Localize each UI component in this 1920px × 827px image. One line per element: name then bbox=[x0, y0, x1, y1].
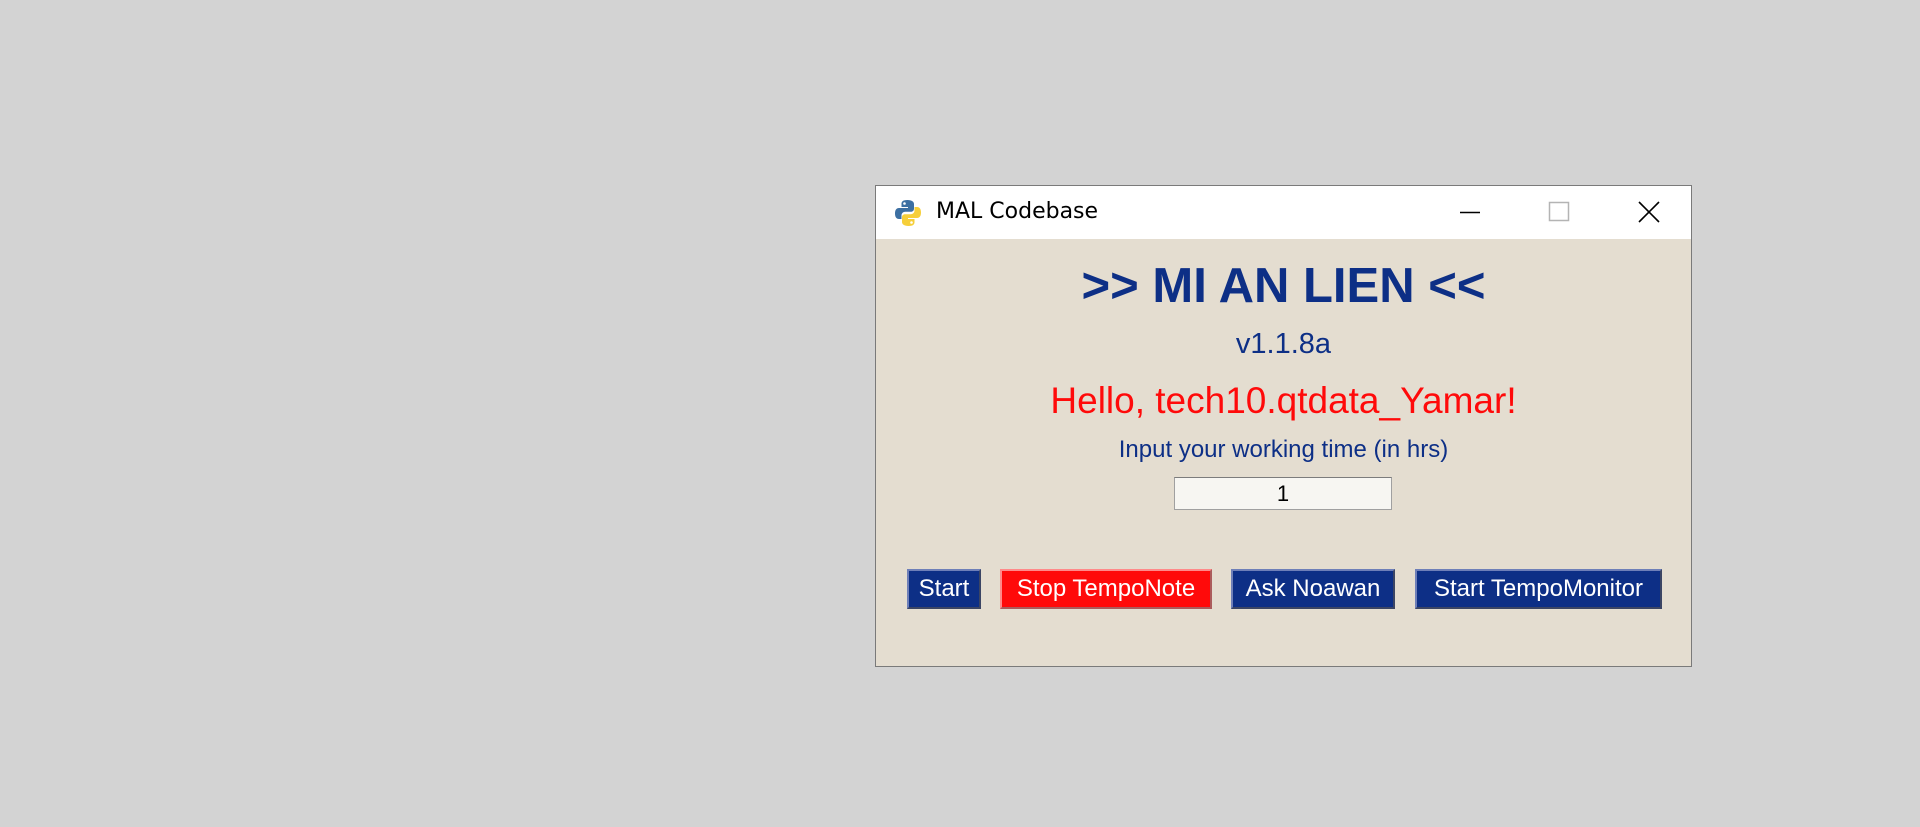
close-icon bbox=[1638, 201, 1660, 223]
window-content: >> MI AN LIEN << v1.1.8a Hello, tech10.q… bbox=[876, 239, 1691, 666]
start-button[interactable]: Start bbox=[907, 569, 981, 609]
window-title: MAL Codebase bbox=[936, 199, 1099, 224]
maximize-icon bbox=[1548, 201, 1570, 222]
maximize-button[interactable] bbox=[1512, 186, 1602, 239]
greeting-label: Hello, tech10.qtdata_Yamar! bbox=[1050, 380, 1517, 421]
title-bar[interactable]: MAL Codebase bbox=[876, 186, 1691, 239]
minimize-icon bbox=[1460, 211, 1480, 214]
app-window: MAL Codebase >> MI AN LIEN << v1.1.8a He… bbox=[875, 185, 1692, 667]
python-icon bbox=[893, 198, 923, 228]
start-tempomonitor-button[interactable]: Start TempoMonitor bbox=[1415, 569, 1662, 609]
close-button[interactable] bbox=[1603, 186, 1693, 239]
app-heading: >> MI AN LIEN << bbox=[1081, 259, 1486, 313]
minimize-button[interactable] bbox=[1422, 186, 1512, 239]
ask-noawan-button[interactable]: Ask Noawan bbox=[1231, 569, 1395, 609]
working-time-input[interactable] bbox=[1174, 477, 1392, 510]
working-time-label: Input your working time (in hrs) bbox=[1118, 436, 1449, 463]
version-label: v1.1.8a bbox=[1235, 328, 1332, 360]
stop-temponote-button[interactable]: Stop TempoNote bbox=[1000, 569, 1212, 609]
